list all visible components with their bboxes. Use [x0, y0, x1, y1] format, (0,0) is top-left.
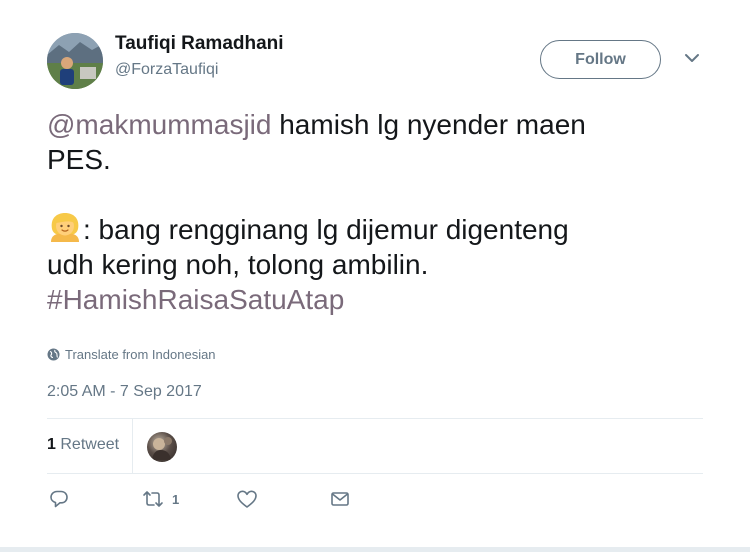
stats-divider-bottom	[47, 473, 703, 474]
globe-icon	[47, 348, 60, 361]
stats-divider-top	[47, 418, 703, 419]
reply-button[interactable]	[49, 488, 69, 510]
retweet-stats[interactable]: 1 Retweet	[47, 436, 119, 454]
reply-icon	[50, 490, 68, 508]
retweeter-avatar[interactable]	[147, 432, 177, 462]
avatar-photo	[47, 33, 103, 89]
heart-icon	[237, 490, 257, 508]
mention-link[interactable]: @makmummasjid	[47, 109, 271, 140]
envelope-icon	[331, 492, 349, 506]
retweeter-avatar-photo	[152, 437, 172, 460]
author-avatar[interactable]	[47, 33, 103, 89]
tweet-timestamp[interactable]: 2:05 AM - 7 Sep 2017	[47, 383, 202, 401]
tweet-line-3: : bang rengginang lg dijemur digenteng	[47, 212, 697, 247]
translate-label: Translate from Indonesian	[65, 347, 216, 362]
retweet-button[interactable]: 1	[142, 488, 179, 510]
author-handle[interactable]: @ForzaTaufiqi	[115, 61, 218, 79]
tweet-line-1: @makmummasjid hamish lg nyender maen	[47, 107, 697, 142]
tweet-card: Taufiqi Ramadhani @ForzaTaufiqi Follow @…	[0, 0, 750, 548]
author-display-name[interactable]: Taufiqi Ramadhani	[115, 33, 284, 55]
direct-message-button[interactable]	[330, 488, 350, 510]
tweet-text-segment: hamish lg nyender maen	[271, 109, 586, 140]
tweet-text: @makmummasjid hamish lg nyender maen PES…	[47, 107, 697, 317]
like-button[interactable]	[236, 488, 258, 510]
tweet-text-segment: : bang rengginang lg dijemur digenteng	[83, 214, 569, 245]
page-bottom-strip	[0, 547, 750, 552]
stats-vertical-divider	[132, 419, 133, 473]
translate-link[interactable]: Translate from Indonesian	[47, 347, 216, 362]
retweet-action-count: 1	[172, 491, 180, 507]
person-blond-hair-emoji-icon	[47, 212, 83, 244]
chevron-down-icon[interactable]	[683, 52, 701, 64]
follow-button[interactable]: Follow	[540, 40, 661, 79]
hashtag-link[interactable]: #HamishRaisaSatuAtap	[47, 284, 344, 315]
retweet-count: 1	[47, 436, 56, 453]
tweet-line-2: PES.	[47, 144, 111, 175]
retweet-icon	[143, 491, 163, 507]
retweet-stats-label: Retweet	[60, 436, 120, 453]
tweet-line-5: #HamishRaisaSatuAtap	[47, 282, 697, 317]
tweet-line-4: udh kering noh, tolong ambilin.	[47, 249, 429, 280]
